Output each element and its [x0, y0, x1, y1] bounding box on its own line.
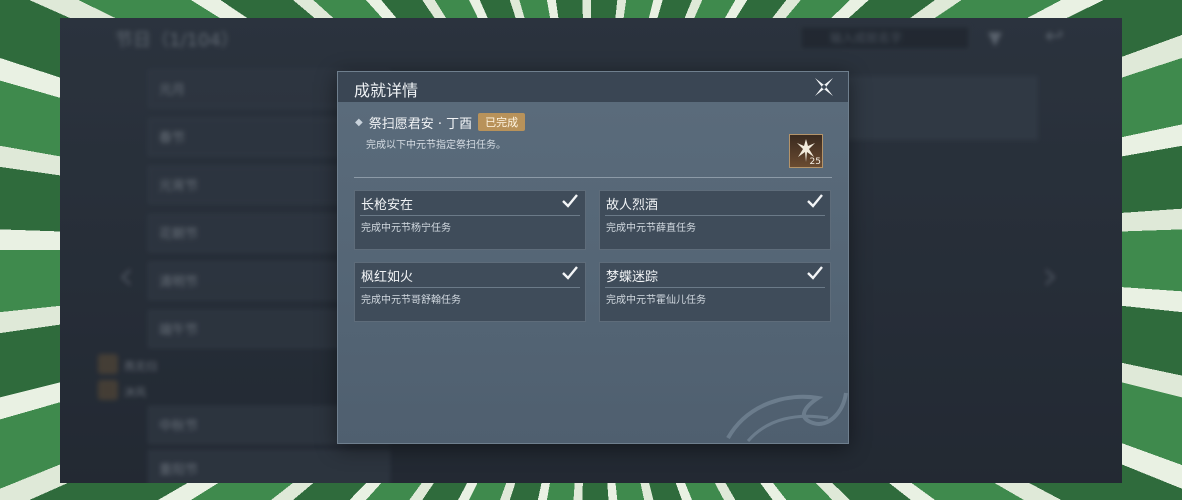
card-divider	[605, 215, 825, 216]
diamond-bullet-icon: ◆	[355, 116, 363, 128]
sub-achievement-card[interactable]: 故人烈酒 完成中元节薛直任务	[599, 190, 831, 250]
achievement-detail-dialog: 成就详情 ◆ 祭扫愿君安 · 丁酉 已完成 完成以下中元节指定祭扫任务。 25 …	[337, 71, 849, 444]
card-divider	[360, 215, 580, 216]
sub-achievement-desc: 完成中元节哥舒翰任务	[361, 295, 461, 306]
check-icon	[807, 194, 823, 208]
dialog-header: 成就详情	[338, 72, 848, 102]
divider	[354, 177, 832, 178]
achievement-heading: ◆ 祭扫愿君安 · 丁酉 已完成	[355, 113, 526, 132]
check-icon	[562, 266, 578, 280]
sub-achievement-desc: 完成中元节霍仙儿任务	[606, 295, 706, 306]
close-button[interactable]	[812, 75, 836, 99]
sub-achievement-desc: 完成中元节薛直任务	[606, 223, 696, 234]
sub-achievement-card[interactable]: 枫红如火 完成中元节哥舒翰任务	[354, 262, 586, 322]
sub-achievement-title: 故人烈酒	[606, 198, 659, 213]
achievement-description: 完成以下中元节指定祭扫任务。	[366, 140, 506, 151]
cloud-swirl-decoration	[726, 392, 848, 442]
sub-achievement-title: 枫红如火	[361, 270, 414, 285]
sub-achievement-card[interactable]: 梦蝶迷踪 完成中元节霍仙儿任务	[599, 262, 831, 322]
sub-achievement-title: 梦蝶迷踪	[606, 270, 659, 285]
card-divider	[605, 287, 825, 288]
sub-achievement-desc: 完成中元节杨宁任务	[361, 223, 451, 234]
dialog-title: 成就详情	[354, 81, 419, 100]
close-icon	[815, 78, 833, 96]
reward-count: 25	[809, 157, 821, 167]
sub-achievement-card[interactable]: 长枪安在 完成中元节杨宁任务	[354, 190, 586, 250]
card-divider	[360, 287, 580, 288]
check-icon	[562, 194, 578, 208]
status-badge: 已完成	[478, 113, 526, 131]
achievement-name: 祭扫愿君安 · 丁酉	[368, 116, 473, 132]
sub-achievement-title: 长枪安在	[361, 198, 414, 213]
check-icon	[807, 266, 823, 280]
reward-item[interactable]: 25	[789, 134, 823, 168]
